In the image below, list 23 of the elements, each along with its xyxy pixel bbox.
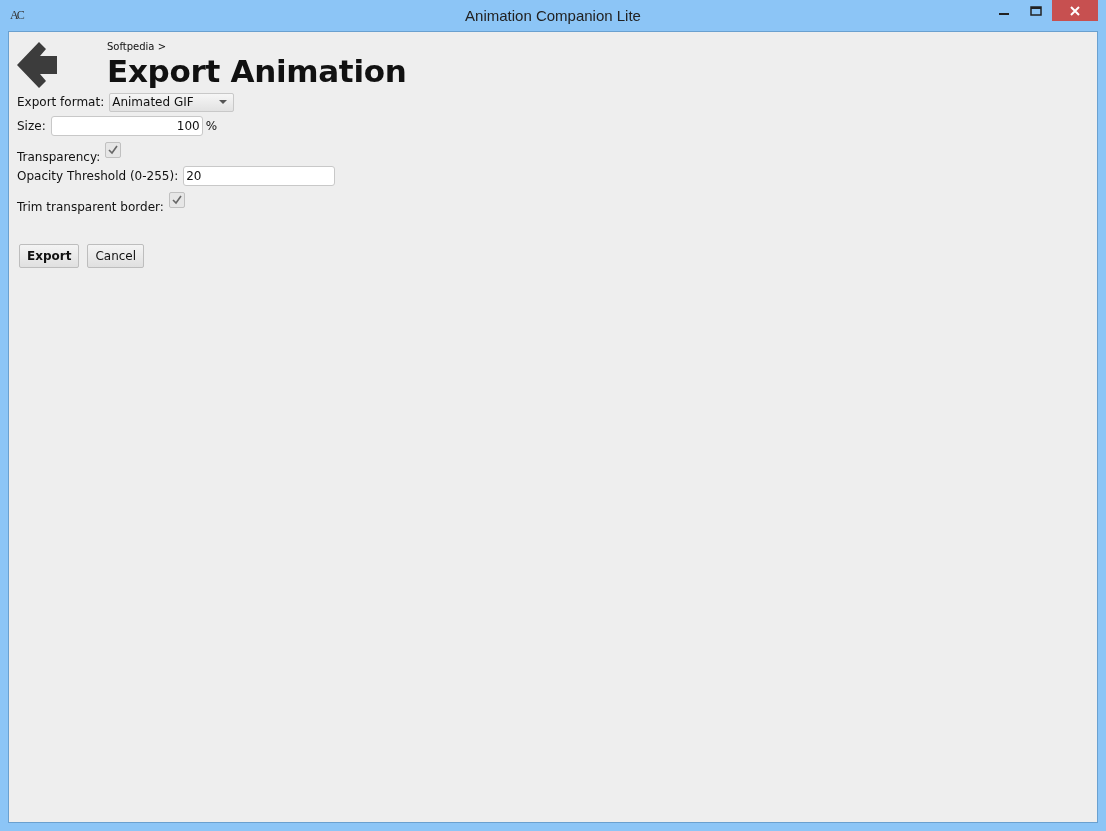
dialog-button[interactable]: Export bbox=[19, 244, 80, 268]
field-label: Size: bbox=[17, 119, 46, 133]
unit-label: % bbox=[205, 119, 218, 133]
threshold-field[interactable]: 20 bbox=[183, 166, 336, 186]
field-label: Opacity Threshold (0-255): bbox=[17, 169, 179, 183]
close-button[interactable] bbox=[1052, 0, 1098, 21]
page-title: Export Animation bbox=[107, 52, 407, 90]
minimize-icon bbox=[999, 12, 1009, 15]
field-label: Transparency: bbox=[17, 150, 101, 164]
app-icon: AC bbox=[10, 8, 23, 23]
maximize-icon bbox=[1030, 5, 1042, 16]
window-title: Animation Companion Lite bbox=[465, 7, 641, 24]
back-arrow-icon[interactable] bbox=[17, 42, 57, 88]
close-icon bbox=[1069, 5, 1081, 16]
field-label: Trim transparent border: bbox=[17, 200, 164, 214]
caret-icon bbox=[219, 100, 228, 104]
checkbox[interactable] bbox=[105, 142, 122, 158]
dialog-button[interactable]: Cancel bbox=[87, 244, 145, 268]
breadcrumb-link[interactable]: Softpedia > bbox=[107, 41, 407, 52]
checkbox[interactable] bbox=[168, 192, 185, 208]
format-dropdown[interactable]: Animated GIF bbox=[109, 92, 235, 112]
field-label: Export format: bbox=[17, 95, 105, 109]
size-field[interactable]: 100 bbox=[50, 116, 203, 136]
